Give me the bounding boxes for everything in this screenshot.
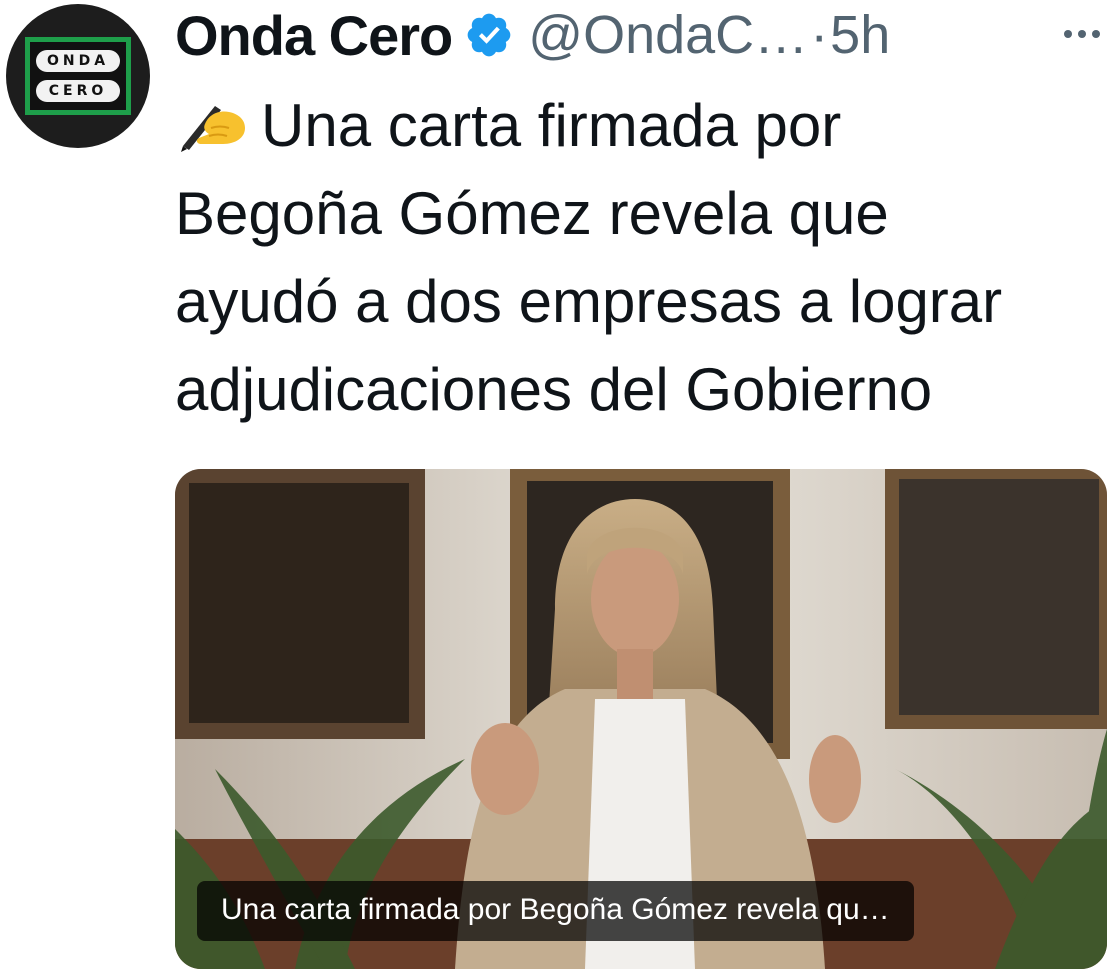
more-horizontal-icon[interactable] <box>1057 6 1107 56</box>
tweet-media-image[interactable]: Una carta firmada por Begoña Gómez revel… <box>175 469 1107 969</box>
media-caption: Una carta firmada por Begoña Gómez revel… <box>197 881 914 941</box>
writing-hand-emoji <box>175 88 247 152</box>
timestamp[interactable]: 5h <box>830 4 890 66</box>
avatar[interactable]: ONDA CERO <box>6 4 150 148</box>
handle[interactable]: @OndaC… <box>528 4 808 66</box>
tweet-text: Una carta firmada por Begoña Gómez revel… <box>175 82 1095 434</box>
display-name[interactable]: Onda Cero <box>175 3 453 68</box>
tweet-header: Onda Cero @OndaC… · 5h <box>175 0 1107 70</box>
separator: · <box>810 5 829 65</box>
onda-cero-logo: ONDA CERO <box>25 37 131 115</box>
verified-badge-icon <box>464 10 514 60</box>
tweet-text-body: Una carta firmada por Begoña Gómez revel… <box>175 92 1003 423</box>
tweet[interactable]: ONDA CERO Onda Cero @OndaC… · 5h Una car… <box>0 0 1107 969</box>
logo-text-top: ONDA <box>36 50 120 72</box>
logo-text-bottom: CERO <box>36 80 120 102</box>
